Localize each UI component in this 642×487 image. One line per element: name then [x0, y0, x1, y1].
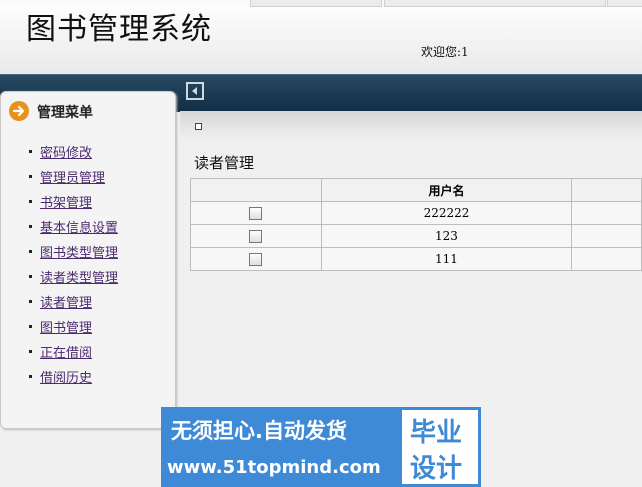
bullet-icon [29, 225, 32, 228]
watermark-banner: 无须担心.自动发货 www.51topmind.com 毕业 设计 [161, 407, 481, 487]
sidebar-link-history[interactable]: 借阅历史 [40, 367, 92, 386]
row-select-cell [190, 224, 322, 248]
extra-cell [571, 224, 642, 248]
column-header-username: 用户名 [320, 178, 573, 202]
small-square-icon [195, 123, 202, 130]
browser-tab[interactable] [250, 0, 382, 7]
menu-title: 管理菜单 [37, 105, 93, 121]
column-header-extra [571, 178, 642, 202]
watermark-left: 无须担心.自动发货 www.51topmind.com [161, 407, 399, 487]
bullet-icon [29, 200, 32, 203]
browser-tab-strip [0, 0, 642, 7]
column-header-select [190, 178, 322, 202]
row-select-cell [190, 201, 322, 225]
sidebar-link-shelves[interactable]: 书架管理 [40, 192, 92, 211]
sidebar-link-book-types[interactable]: 图书类型管理 [40, 242, 118, 261]
app-title: 图书管理系统 [26, 12, 212, 47]
table-row: 222222 [190, 201, 642, 225]
bullet-icon [29, 175, 32, 178]
sidebar-link-basic-info[interactable]: 基本信息设置 [40, 217, 118, 236]
watermark-right-line1: 毕业 [410, 418, 463, 448]
bullet-icon [29, 350, 32, 353]
header: 图书管理系统 欢迎您:1 [0, 0, 642, 74]
watermark-slogan: 无须担心.自动发货 [171, 419, 347, 443]
bullet-icon [29, 150, 32, 153]
welcome-text: 欢迎您:1 [421, 45, 469, 59]
watermark-right-line2: 设计 [410, 454, 463, 484]
username-cell: 123 [320, 224, 573, 248]
row-checkbox[interactable] [249, 230, 263, 243]
bullet-icon [29, 300, 32, 303]
extra-cell [571, 201, 642, 225]
arrow-right-circle-icon [9, 101, 29, 121]
row-select-cell [190, 247, 322, 271]
sidebar-link-reader-types[interactable]: 读者类型管理 [40, 267, 118, 286]
table-row: 123 [190, 224, 642, 248]
sidebar-link-password[interactable]: 密码修改 [40, 142, 92, 161]
sidebar-link-books[interactable]: 图书管理 [40, 317, 92, 336]
content-toolbar [180, 111, 642, 139]
sidebar: 管理菜单 密码修改 管理员管理 书架管理 基本信息设置 图书类型管理 读者类型管… [0, 91, 176, 429]
username-cell: 222222 [320, 201, 573, 225]
bullet-icon [29, 325, 32, 328]
sidebar-link-readers[interactable]: 读者管理 [40, 292, 92, 311]
row-checkbox[interactable] [249, 207, 263, 220]
table-row: 111 [190, 247, 642, 271]
browser-tab[interactable] [607, 0, 642, 7]
bullet-icon [29, 250, 32, 253]
sidebar-link-admins[interactable]: 管理员管理 [40, 167, 105, 186]
table-header-row: 用户名 [190, 178, 642, 202]
bullet-icon [29, 275, 32, 278]
bullet-icon [29, 375, 32, 378]
row-checkbox[interactable] [249, 253, 263, 266]
extra-cell [571, 247, 642, 271]
readers-table: 用户名 222222 123 111 [190, 178, 642, 271]
section-title: 读者管理 [194, 154, 255, 172]
sidebar-link-borrowing[interactable]: 正在借阅 [40, 342, 92, 361]
watermark-right: 毕业 设计 [399, 407, 481, 487]
browser-tab[interactable] [384, 0, 606, 7]
arrow-left-icon [192, 87, 197, 95]
watermark-url: www.51topmind.com [167, 457, 381, 478]
collapse-sidebar-button[interactable] [186, 82, 204, 100]
username-cell: 111 [320, 247, 573, 271]
